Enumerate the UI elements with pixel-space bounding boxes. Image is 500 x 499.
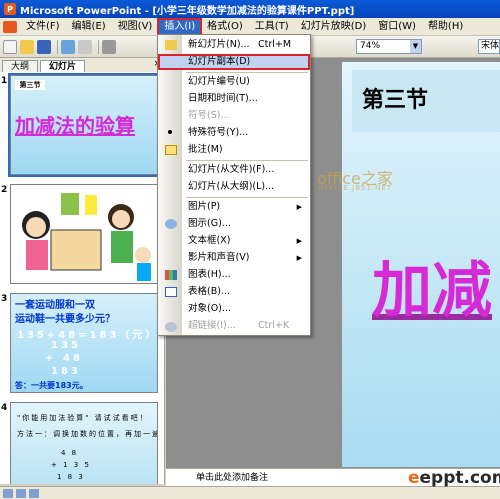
menu-item-picture[interactable]: 图片(P) ▶: [158, 199, 310, 215]
save-icon[interactable]: [37, 39, 51, 54]
menu-item-text-box[interactable]: 文本框(X) ▶: [158, 233, 310, 249]
slide-thumbnail-4[interactable]: "你能用加法验算" 请试试看吧！ 方法一：调换加数的位置，再加一遍。 4 8 +…: [10, 402, 158, 484]
menu-item-symbol: 符号(S)...: [188, 110, 230, 121]
menu-edit[interactable]: 编辑(E): [66, 19, 112, 35]
hyperlink-icon: [165, 322, 177, 332]
comment-icon: [165, 145, 177, 155]
slide-title[interactable]: 加减: [372, 242, 492, 329]
chevron-down-icon[interactable]: ▼: [410, 40, 421, 53]
cartoon-illustration: [22, 193, 151, 281]
slideshow-view-icon[interactable]: [29, 488, 39, 498]
menu-item-object[interactable]: 对象(O)...: [158, 301, 310, 317]
slide-thumbnail-2[interactable]: [10, 184, 158, 284]
insert-menu: 新幻灯片(N)... Ctrl+M 幻灯片副本(D) 幻灯片编号(U) 日期和时…: [157, 34, 311, 336]
menu-tools[interactable]: 工具(T): [249, 19, 295, 35]
slide-number: 1: [1, 76, 8, 86]
menu-slideshow[interactable]: 幻灯片放映(D): [295, 19, 373, 35]
menu-format[interactable]: 格式(O): [201, 19, 249, 35]
panel-tabs: 大纲 幻灯片 ×: [0, 58, 165, 72]
title-bar: P Microsoft PowerPoint - [小学三年级数学加减法的验算课…: [0, 0, 500, 18]
notes-placeholder: 单击此处添加备注: [196, 473, 269, 483]
slide-vertical-value: + 1 3 5: [51, 461, 91, 469]
diagram-icon: [165, 219, 177, 229]
menu-item-table[interactable]: 表格(B)...: [158, 284, 310, 300]
preview-icon[interactable]: [78, 39, 92, 54]
spelling-icon[interactable]: [102, 39, 116, 54]
tab-outline[interactable]: 大纲: [2, 60, 39, 72]
slide-vertical-value: 183: [51, 366, 81, 377]
window-title: Microsoft PowerPoint - [小学三年级数学加减法的验算课件P…: [20, 5, 355, 17]
chevron-right-icon: ▶: [296, 254, 302, 262]
menu-separator: [186, 160, 308, 161]
chevron-right-icon: ▶: [296, 203, 302, 211]
slide-equation: 135+48=183（元）: [17, 330, 158, 341]
slides-pane[interactable]: 1 第三节 加减法的验算 2 3 一套运动服和一双 运动鞋一共要多少元？ 135…: [0, 72, 165, 484]
menu-help[interactable]: 帮助(H): [422, 19, 469, 35]
slide-text-line: "你能用加法验算" 请试试看吧！: [17, 414, 149, 422]
slide-text-line: 方法一：调换加数的位置，再加一遍。: [17, 430, 158, 438]
menu-window[interactable]: 窗口(W): [372, 19, 422, 35]
print-icon[interactable]: [61, 39, 75, 54]
menu-view[interactable]: 视图(V): [112, 19, 159, 35]
slide-text-line: 一套运动服和一双: [15, 300, 95, 311]
toolbar-separator: [57, 39, 58, 54]
site-logo: eeppt.com: [408, 468, 500, 488]
slide-vertical-value: 1 8 3: [57, 473, 85, 481]
special-symbol-icon: [168, 130, 172, 134]
new-slide-icon: [165, 40, 177, 50]
font-value: 宋体: [481, 41, 500, 51]
menu-item-slides-from-file[interactable]: 幻灯片(从文件)(F)...: [158, 162, 310, 178]
menu-file[interactable]: 文件(F): [20, 19, 66, 35]
document-menu-icon[interactable]: [3, 20, 17, 33]
slide-thumbnail-3[interactable]: 一套运动服和一双 运动鞋一共要多少元？ 135+48=183（元） 135 + …: [10, 293, 158, 393]
slide-vertical-value: 135: [51, 340, 81, 351]
open-icon[interactable]: [20, 39, 34, 54]
menu-insert[interactable]: 插入(I): [157, 17, 203, 36]
menu-separator: [186, 197, 308, 198]
slide-vertical-value: 4 8: [61, 449, 79, 457]
menu-item-movies-sounds[interactable]: 影片和声音(V) ▶: [158, 250, 310, 266]
zoom-value: 74%: [360, 41, 381, 51]
chart-icon: [165, 270, 177, 280]
menu-item-date-time[interactable]: 日期和时间(T)...: [158, 91, 310, 107]
menu-separator: [186, 72, 308, 73]
slide-number: 2: [1, 185, 8, 195]
slide-header: 第三节: [15, 80, 45, 90]
slide-title: 加减法的验算: [15, 114, 135, 138]
slide-answer: 答：一共要183元。: [15, 381, 88, 390]
menu-item-slides-from-outline[interactable]: 幻灯片(从大纲)(L)...: [158, 179, 310, 195]
slide-vertical-value: + 48: [45, 353, 83, 364]
tab-slides[interactable]: 幻灯片: [40, 60, 86, 72]
menu-item-comment[interactable]: 批注(M): [158, 142, 310, 158]
current-slide[interactable]: 第三节 加减: [342, 62, 500, 467]
menu-item-new-slide[interactable]: 新幻灯片(N)... Ctrl+M: [158, 37, 310, 53]
slide-number: 4: [1, 403, 8, 413]
zoom-combo[interactable]: 74% ▼: [356, 39, 422, 54]
sorter-view-icon[interactable]: [16, 488, 26, 498]
font-combo[interactable]: 宋体: [478, 39, 500, 54]
slide-number: 3: [1, 294, 8, 304]
menu-item-hyperlink: 超链接(I)... Ctrl+K: [158, 318, 310, 334]
menu-item-slide-number[interactable]: 幻灯片编号(U): [158, 74, 310, 90]
menu-item-chart[interactable]: 图表(H)...: [158, 267, 310, 283]
watermark-subtext: OFFICE.JB51.NET: [318, 184, 393, 192]
normal-view-icon[interactable]: [3, 488, 13, 498]
powerpoint-app-icon[interactable]: P: [4, 3, 16, 15]
new-icon[interactable]: [3, 39, 17, 54]
menu-item-special-symbol[interactable]: 特殊符号(Y)...: [158, 125, 310, 141]
menu-item-duplicate-slide[interactable]: 幻灯片副本(D): [158, 54, 310, 70]
slide-thumbnail-1[interactable]: 第三节 加减法的验算: [8, 73, 160, 177]
chevron-right-icon: ▶: [296, 237, 302, 245]
slide-header[interactable]: 第三节: [362, 82, 428, 114]
table-icon: [165, 287, 177, 297]
toolbar-separator: [98, 39, 99, 54]
menu-item-diagram[interactable]: 图示(G)...: [158, 216, 310, 232]
slide-text-line: 运动鞋一共要多少元？: [15, 314, 115, 325]
